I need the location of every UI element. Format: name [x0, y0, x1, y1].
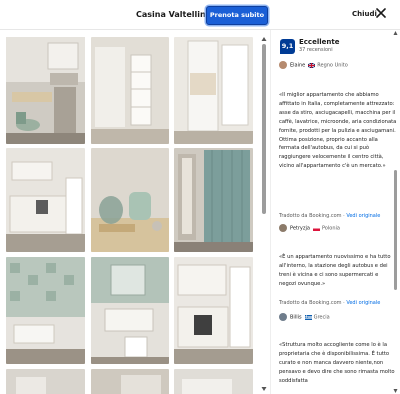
- reviewer-row-top: Elaine Regno Unito: [279, 61, 348, 69]
- reviewer-name: Petryzja: [290, 225, 310, 232]
- score-grade: Eccellente: [299, 38, 340, 46]
- close-icon[interactable]: [374, 6, 388, 20]
- reviewer-row: Billis Grecia: [279, 313, 330, 321]
- review-text: «È un appartamento nuovissimo e ha tutto…: [279, 254, 391, 287]
- view-original-link[interactable]: Vedi originale: [346, 213, 380, 219]
- reviewer-country: Polonia: [321, 225, 340, 232]
- modal-header: Casina Valtellina 10 Prenota subito Chiu…: [0, 0, 400, 30]
- photo-kitchen-full[interactable]: [6, 148, 85, 252]
- gallery-scrollbar[interactable]: [261, 36, 267, 392]
- photo-bathroom-mirror[interactable]: [91, 257, 169, 364]
- view-original-link[interactable]: Vedi originale: [346, 300, 380, 306]
- photo-kitchen-corner[interactable]: [6, 37, 85, 144]
- flag-icon: [308, 62, 316, 68]
- reviewer-name: Billis: [290, 314, 302, 321]
- translated-prefix: Tradotto da: [279, 213, 310, 219]
- translation-note: Tradotto da Booking.com · Vedi originale: [279, 300, 381, 306]
- reviewer-row: Petryzja Polonia: [279, 224, 340, 232]
- flag-icon: [312, 225, 320, 231]
- reviewer-country: Regno Unito: [317, 62, 348, 69]
- avatar: [279, 313, 287, 321]
- reviews-scrollbar[interactable]: [393, 30, 398, 394]
- photo-kettle-jar[interactable]: [91, 148, 169, 252]
- reviewer-country: Grecia: [313, 314, 330, 321]
- photo-bathroom-door[interactable]: [174, 37, 253, 144]
- flag-icon: [304, 314, 312, 320]
- review-count[interactable]: 37 recensioni: [299, 47, 333, 53]
- book-now-button[interactable]: Prenota subito: [206, 6, 268, 25]
- photo-shower[interactable]: [174, 148, 253, 252]
- translated-by: Booking.com: [309, 300, 342, 306]
- photo-row4-mid[interactable]: [91, 369, 169, 394]
- photo-bathroom-sink[interactable]: [6, 257, 85, 364]
- review-text: «Struttura molto accogliente come lo è l…: [279, 342, 395, 384]
- avatar: [279, 224, 287, 232]
- translated-prefix: Tradotto da: [279, 300, 310, 306]
- reviewer-name: Elaine: [290, 62, 306, 69]
- photo-kitchen-oven[interactable]: [174, 257, 253, 364]
- photo-living-shelf[interactable]: [91, 37, 169, 144]
- photo-row4-right[interactable]: [174, 369, 253, 394]
- avatar: [279, 61, 287, 69]
- score-badge: 9,1: [280, 39, 295, 54]
- translated-by: Booking.com: [309, 213, 342, 219]
- photo-gallery: [0, 30, 268, 394]
- reviews-panel: 9,1 Eccellente 37 recensioni Elaine Regno…: [270, 30, 400, 394]
- photo-row4-left[interactable]: [6, 369, 85, 394]
- review-text: «Il miglior appartamento che abbiamo aff…: [279, 92, 397, 170]
- translation-note: Tradotto da Booking.com · Vedi originale: [279, 213, 381, 219]
